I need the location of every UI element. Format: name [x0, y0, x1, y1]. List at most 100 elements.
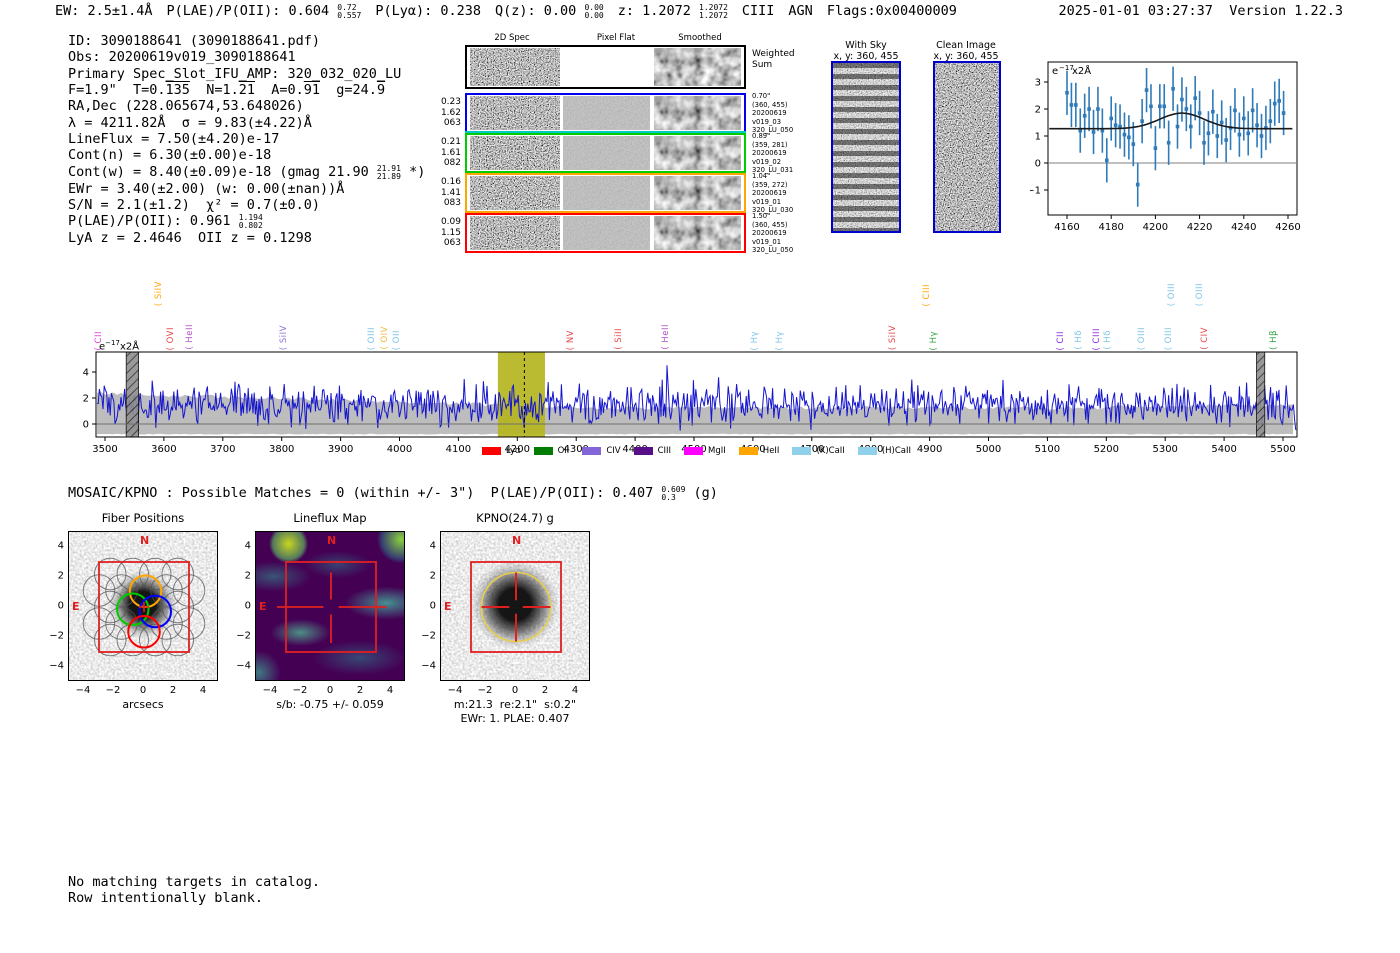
legend-swatch	[582, 447, 602, 455]
legend-label: CIII	[657, 446, 672, 456]
smoothed-image	[653, 48, 742, 86]
x-tick-label: −4	[262, 685, 278, 696]
spec2d-image	[469, 216, 560, 250]
stacked-fraction: 0.72 0.557	[337, 3, 362, 20]
y-tick-label: 4	[57, 540, 64, 552]
x-tick-label: −4	[75, 685, 91, 696]
lineflux-overlay	[277, 561, 387, 653]
svg-text:3: 3	[1035, 78, 1041, 89]
lineflux-panel-title: Lineflux Map	[293, 511, 367, 525]
header-item: P(LAE)/P(OII): 0.604 0.72 0.557	[166, 3, 362, 20]
stacked-fraction: 1.2072 1.2072	[699, 3, 728, 20]
pixelflat-image	[562, 48, 650, 86]
kpno-panel-title: KPNO(24.7) g	[476, 511, 554, 525]
svg-text:2: 2	[83, 394, 89, 405]
x-tick-label: 4	[199, 685, 207, 696]
sky-stripes	[833, 63, 899, 231]
info-line: Cont(n) = 6.30(±0.00)e-18	[68, 147, 272, 164]
info-line: LyA z = 2.4646 OII z = 0.1298	[68, 230, 312, 247]
column-header-pixelflat: Pixel Flat	[596, 33, 636, 43]
info-line: ID: 3090188641 (3090188641.pdf)	[68, 33, 320, 49]
svg-text:0: 0	[1035, 159, 1041, 170]
y-tick-label: 4	[244, 540, 251, 552]
y-tick-label: 0	[57, 600, 64, 612]
fiber-detail-labels: 0.89" (359, 281) 20200619 v019_02 320_LU…	[752, 132, 794, 175]
x-tick-label: −2	[477, 685, 493, 696]
north-label: N	[140, 534, 150, 547]
north-label: N	[327, 534, 337, 547]
legend-label: OII	[557, 446, 570, 456]
fiber-xlabel: arcsecs	[122, 698, 164, 711]
cutout-strip	[465, 93, 746, 133]
info-line: Primary Spec_Slot_IFU_AMP: 320_032_020_L…	[68, 65, 402, 82]
cutout-strip	[465, 173, 746, 213]
legend-swatch	[738, 447, 758, 455]
y-tick-label: 0	[429, 600, 436, 612]
spectrum-unit-label: e−17x2Å	[99, 339, 140, 353]
cutout-strip	[465, 213, 746, 253]
x-tick-label: −2	[292, 685, 308, 696]
svg-text:4160: 4160	[1054, 222, 1079, 233]
y-tick-label: 0	[244, 600, 251, 612]
report-version: Version 1.22.3	[1229, 3, 1343, 19]
legend-label: CIV	[606, 446, 621, 456]
kpno-overlay	[470, 561, 562, 653]
svg-text:1: 1	[1035, 132, 1041, 143]
mosaic-match-line: MOSAIC/KPNO : Possible Matches = 0 (with…	[68, 485, 718, 502]
legend-swatch	[482, 447, 501, 455]
legend-item: CIII	[633, 446, 672, 456]
fiber-weight-labels: 0.23 1.62 063	[440, 97, 461, 128]
full-spectrum-svg: 3500360037003800390040004100420043004400…	[83, 351, 1298, 455]
line-label-oiii: ( OIII	[1167, 282, 1177, 306]
fiber-panel-title: Fiber Positions	[101, 511, 185, 525]
legend-item: (H)CaII	[857, 446, 911, 456]
legend-label: (H)CaII	[881, 446, 911, 456]
header-item: Q(z): 0.00 0.00 0.00	[495, 3, 604, 20]
legend-swatch	[684, 447, 704, 455]
weighted-sum-label: Weighted Sum	[752, 49, 795, 70]
catalog-note: No matching targets in catalog. Row inte…	[68, 874, 320, 906]
fiber-overlay	[82, 557, 206, 657]
legend-swatch	[533, 447, 553, 455]
pixelflat-image	[562, 176, 650, 210]
clean-image-title: Clean Image x, y: 360, 455	[933, 40, 999, 62]
spec2d-image	[469, 136, 560, 170]
y-tick-label: −4	[236, 660, 251, 672]
smoothed-image	[653, 176, 742, 210]
legend-swatch	[792, 447, 812, 455]
cutout-strip	[465, 45, 746, 89]
legend-label: MgII	[708, 446, 726, 456]
fiber-weight-labels: 0.09 1.15 063	[440, 217, 461, 248]
x-tick-label: 0	[511, 685, 519, 696]
line-fit-svg: 4160 4180 4200 4220 4240 4260−10123e −17x2Å	[1026, 61, 1301, 233]
y-tick-label: 2	[429, 570, 436, 582]
stacked-fraction: 0.609 0.3	[661, 485, 686, 502]
line-fit-plot: 4160 4180 4200 4220 4240 4260 −1 0 1 2 3 e −17 x2Å	[1026, 50, 1350, 240]
info-line: F=1.9" T=0.135 N=1.21 A=0.91 g=24.9	[68, 82, 386, 99]
x-tick-label: 4	[571, 685, 579, 696]
x-tick-label: −2	[105, 685, 121, 696]
kpno-ewr-line: EWr: 1. PLAE: 0.407	[460, 712, 570, 725]
y-tick-label: 4	[429, 540, 436, 552]
svg-text:x2Å: x2Å	[1072, 64, 1091, 77]
lineflux-xlabel: s/b: -0.75 +/- 0.059	[276, 698, 384, 711]
line-label-ciii: ( CIII	[922, 283, 932, 306]
y-tick-label: −2	[49, 630, 64, 642]
info-line: Obs: 20200619v019_3090188641	[68, 49, 296, 66]
fiber-weight-labels: 0.21 1.61 082	[440, 137, 461, 168]
legend-swatch	[857, 447, 877, 455]
y-tick-label: −4	[421, 660, 436, 672]
report-datetime-version: 2025-01-01 03:27:37 Version 1.22.3	[1059, 3, 1344, 19]
kpno-stats-line: m:21.3 re:2.1" s:0.2"	[453, 698, 577, 711]
pixelflat-image	[562, 136, 650, 170]
svg-text:−1: −1	[1030, 186, 1041, 197]
header-item: EW: 2.5±1.4Å	[55, 3, 153, 19]
svg-text:4: 4	[83, 368, 89, 379]
smoothed-image	[653, 96, 742, 130]
info-line: LineFlux = 7.50(±4.20)e-17	[68, 131, 280, 148]
spectrum-legend: Lyα OII CIV CIII MgII HeII (K)CaII (H)CaII	[96, 446, 1297, 456]
y-tick-label: 2	[57, 570, 64, 582]
header-item: AGN	[788, 3, 813, 19]
with-sky-title: With Sky x, y: 360, 455	[833, 40, 899, 62]
svg-text:2: 2	[1035, 105, 1041, 116]
